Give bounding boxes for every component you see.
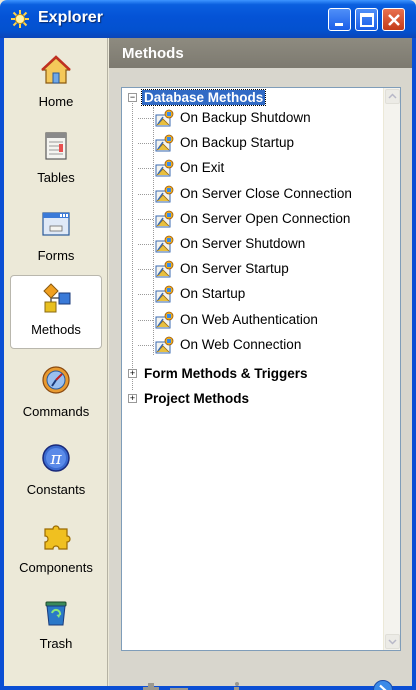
minimize-button[interactable] <box>328 8 351 31</box>
sidebar-item-label: Home <box>38 94 74 109</box>
expand-icon[interactable]: + <box>128 369 137 378</box>
tree-connector <box>138 344 153 346</box>
maximize-icon <box>360 13 374 27</box>
svg-text:π: π <box>49 449 62 469</box>
sidebar-item-forms[interactable]: Forms <box>10 202 102 276</box>
tree-connector <box>138 294 153 296</box>
close-icon <box>388 14 400 26</box>
minimize-icon <box>335 23 343 26</box>
sidebar-item-commands[interactable]: Commands <box>10 358 102 432</box>
window-frame-bottom <box>0 686 416 690</box>
tree-method-label: On Web Authentication <box>180 311 318 327</box>
tree-method-label: On Server Shutdown <box>180 236 306 251</box>
components-icon <box>44 525 71 550</box>
next-button[interactable] <box>371 679 395 690</box>
window-title: Explorer <box>38 9 103 26</box>
sidebar: Home Tables Forms Methods Commands π Con… <box>4 38 108 686</box>
sidebar-item-home[interactable]: Home <box>10 48 102 122</box>
tree-connector <box>138 143 153 145</box>
info-button[interactable] <box>225 679 249 690</box>
tree-connector <box>138 218 153 220</box>
expand-icon[interactable]: + <box>128 394 137 403</box>
tree-method-label: On Server Open Connection <box>180 210 351 226</box>
remove-button[interactable] <box>167 679 191 690</box>
methods-icon <box>43 283 71 313</box>
add-button[interactable] <box>139 679 163 690</box>
tree-connector <box>138 244 153 245</box>
tree-scrollbar[interactable] <box>383 88 400 650</box>
methods-panel: Methods − Database Methods On Backup Shu… <box>109 38 412 690</box>
scroll-up-button[interactable] <box>385 89 400 104</box>
sidebar-item-components[interactable]: Components <box>10 514 102 588</box>
tree-connector <box>138 193 153 195</box>
tree-method-label: On Backup Shutdown <box>180 110 311 125</box>
tree-connector <box>138 269 153 271</box>
database-method-icon <box>155 210 174 228</box>
tree-method-label: On Startup <box>180 286 246 302</box>
tree-method-label: On Server Startup <box>180 261 289 277</box>
sidebar-item-label: Forms <box>37 248 75 263</box>
tree-connector <box>138 319 153 321</box>
window-frame-right <box>412 38 416 690</box>
database-method-icon <box>155 185 174 203</box>
database-method-icon <box>155 336 174 354</box>
database-method-icon <box>155 134 174 152</box>
database-method-icon <box>155 235 174 253</box>
tree-connector <box>132 103 133 390</box>
sidebar-item-trash[interactable]: Trash <box>10 590 102 664</box>
sidebar-item-label: Trash <box>39 636 73 651</box>
database-method-icon <box>155 311 174 329</box>
tree-connector <box>153 107 154 355</box>
sidebar-item-methods[interactable]: Methods <box>10 275 102 349</box>
chevron-up-icon <box>388 93 397 99</box>
maximize-button[interactable] <box>355 8 378 31</box>
panel-body: − Database Methods On Backup Shutdown On … <box>109 68 412 690</box>
chevron-down-icon <box>388 639 397 645</box>
arrow-right-circle-icon <box>373 680 393 690</box>
constants-icon: π <box>42 444 70 472</box>
tree-method-label: On Exit <box>180 160 225 176</box>
explorer-sun-icon <box>11 10 29 28</box>
sidebar-item-label: Constants <box>26 482 86 497</box>
sidebar-item-tables[interactable]: Tables <box>10 124 102 198</box>
tree-group-label: Database Methods <box>140 89 267 106</box>
tree-connector <box>138 118 153 119</box>
panel-header: Methods <box>109 38 412 68</box>
tree-method-label: On Web Connection <box>180 336 302 352</box>
trash-icon <box>45 601 67 626</box>
methods-tree[interactable]: − Database Methods On Backup Shutdown On … <box>121 87 401 651</box>
database-method-icon <box>155 159 174 177</box>
sidebar-item-label: Commands <box>22 404 90 419</box>
tree-group-label: Project Methods <box>144 391 250 406</box>
info-icon <box>234 682 239 690</box>
minus-icon <box>170 688 188 690</box>
tree-method-label: On Backup Startup <box>180 135 295 151</box>
database-method-icon <box>155 285 174 303</box>
tree-method-label: On Server Close Connection <box>180 185 352 201</box>
close-button[interactable] <box>382 8 405 31</box>
scroll-down-button[interactable] <box>385 634 400 649</box>
tree-group-label: Form Methods & Triggers <box>144 366 308 381</box>
sidebar-item-label: Components <box>19 560 93 575</box>
database-method-icon <box>155 109 174 127</box>
sidebar-item-label: Tables <box>37 170 75 185</box>
plus-icon <box>143 683 159 690</box>
collapse-icon[interactable]: − <box>128 93 137 102</box>
sidebar-item-constants[interactable]: π Constants <box>10 436 102 510</box>
home-icon <box>41 55 71 84</box>
commands-icon <box>42 366 70 394</box>
sidebar-item-label: Methods <box>31 322 81 337</box>
tables-icon <box>45 132 67 160</box>
forms-icon <box>42 212 70 236</box>
panel-title: Methods <box>122 45 184 62</box>
title-bar: Explorer <box>0 0 416 38</box>
tree-connector <box>138 168 153 170</box>
tree-group-database-methods[interactable]: − Database Methods <box>128 88 380 110</box>
database-method-icon <box>155 260 174 278</box>
